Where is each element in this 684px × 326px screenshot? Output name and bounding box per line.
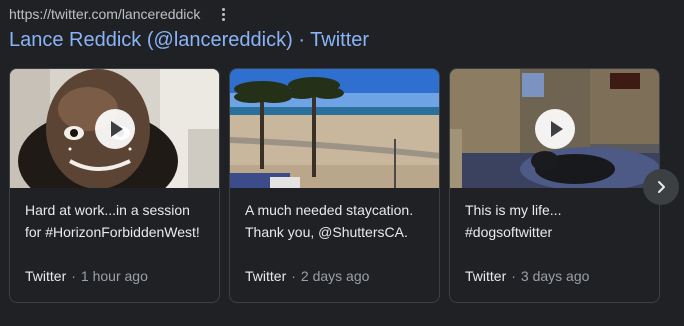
tweet-text: A much needed staycation. Thank you, @Sh… — [245, 199, 431, 243]
tweet-source: Twitter — [25, 268, 67, 284]
more-vert-icon[interactable] — [216, 6, 230, 22]
tweet-text-line: This is my life... — [465, 202, 562, 218]
tweet-card[interactable]: Hard at work...in a session for #Horizon… — [9, 68, 220, 303]
meta-separator: · — [291, 268, 296, 284]
tweet-text-line: #dogsoftwitter — [465, 224, 553, 240]
tweet-meta: Twitter · 3 days ago — [465, 267, 589, 285]
result-title-link[interactable]: Lance Reddick (@lancereddick) · Twitter — [9, 28, 369, 52]
result-url-row: https://twitter.com/lancereddick — [9, 6, 230, 22]
tweet-time: 1 hour ago — [80, 268, 148, 284]
search-result-page: https://twitter.com/lancereddick Lance R… — [0, 0, 684, 326]
meta-separator: · — [511, 268, 516, 284]
tweets-carousel: Hard at work...in a session for #Horizon… — [9, 68, 684, 304]
tweet-time: 2 days ago — [300, 268, 370, 284]
tweet-card-body: A much needed staycation. Thank you, @Sh… — [230, 188, 439, 302]
tweet-text-line: Thank you, @ShuttersCA. — [245, 224, 408, 240]
tweet-card-body: This is my life... #dogsoftwitter Twitte… — [450, 188, 659, 302]
result-url[interactable]: https://twitter.com/lancereddick — [9, 6, 200, 22]
tweet-card[interactable]: A much needed staycation. Thank you, @Sh… — [229, 68, 440, 303]
tweet-video-thumbnail[interactable] — [450, 69, 659, 188]
tweet-text: This is my life... #dogsoftwitter — [465, 199, 651, 243]
tweet-text-line: A much needed staycation. — [245, 202, 414, 218]
tweet-text-line: for #HorizonForbiddenWest! — [25, 224, 200, 240]
tweet-text-line: Hard at work...in a session — [25, 202, 190, 218]
carousel-next-button[interactable] — [643, 169, 679, 205]
chevron-right-icon — [658, 181, 665, 193]
tweet-time: 3 days ago — [520, 268, 590, 284]
tweet-meta: Twitter · 2 days ago — [245, 267, 369, 285]
tweet-source: Twitter — [465, 268, 507, 284]
play-icon[interactable] — [94, 108, 135, 149]
thumbnail-image-beach — [230, 69, 439, 188]
play-icon[interactable] — [534, 108, 575, 149]
tweet-meta: Twitter · 1 hour ago — [25, 267, 148, 285]
tweet-photo-thumbnail[interactable] — [230, 69, 439, 188]
tweet-text: Hard at work...in a session for #Horizon… — [25, 199, 211, 243]
tweet-video-thumbnail[interactable] — [10, 69, 219, 188]
meta-separator: · — [71, 268, 76, 284]
tweet-card[interactable]: This is my life... #dogsoftwitter Twitte… — [449, 68, 660, 303]
tweet-card-body: Hard at work...in a session for #Horizon… — [10, 188, 219, 302]
tweet-source: Twitter — [245, 268, 287, 284]
